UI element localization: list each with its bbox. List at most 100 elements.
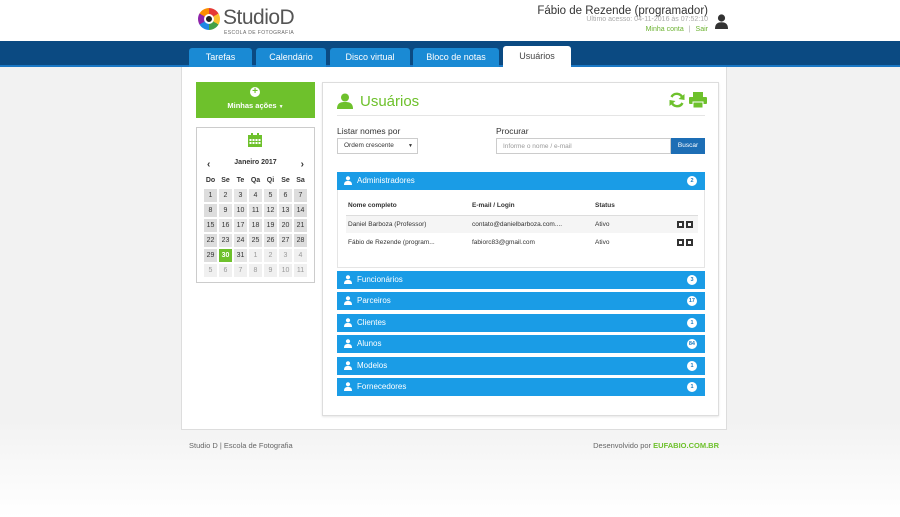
group-count-badge: 84 — [686, 339, 697, 349]
group-count-badge: 1 — [687, 382, 697, 392]
edit-user-button[interactable] — [677, 221, 684, 228]
calendar-day[interactable]: 12 — [263, 203, 278, 218]
calendar-day[interactable]: 3 — [233, 188, 248, 203]
my-actions-button[interactable]: + Minhas ações ▼ — [196, 82, 315, 118]
calendar-day[interactable]: 23 — [218, 233, 233, 248]
tab-usuarios[interactable]: Usuários — [503, 46, 571, 68]
calendar-day[interactable]: 4 — [293, 248, 308, 263]
calendar-day[interactable]: 8 — [248, 263, 263, 278]
user-links: Minha conta | Sair — [646, 26, 708, 33]
calendar-day[interactable]: 19 — [263, 218, 278, 233]
tab-bloco-de-notas[interactable]: Bloco de notas — [413, 48, 499, 67]
calendar-weekday: Se — [278, 173, 293, 188]
group-parceiros[interactable]: Parceiros 17 — [337, 292, 705, 310]
user-icon — [344, 296, 352, 305]
user-icon — [337, 93, 353, 109]
user-status-cell: Ativo — [595, 239, 610, 246]
column-header-email: E-mail / Login — [472, 202, 515, 209]
calendar-grid: Do Se Te Qa Qi Se Sa 1 2 3 4 5 6 7 8 9 10 11 12 13 14 15 16 17 1… — [203, 173, 308, 278]
tab-tarefas[interactable]: Tarefas — [189, 48, 252, 67]
search-button[interactable]: Buscar — [671, 138, 705, 154]
calendar-day[interactable]: 2 — [218, 188, 233, 203]
calendar-day[interactable]: 6 — [218, 263, 233, 278]
group-administradores[interactable]: Administradores 2 — [337, 172, 705, 190]
my-account-link[interactable]: Minha conta — [646, 26, 684, 33]
group-clientes[interactable]: Clientes 1 — [337, 314, 705, 332]
calendar-day[interactable]: 8 — [203, 203, 218, 218]
search-label: Procurar — [496, 126, 529, 136]
camera-lens-icon — [198, 8, 220, 30]
user-name-cell: Fábio de Rezende (program... — [348, 239, 435, 246]
group-modelos[interactable]: Modelos 1 — [337, 357, 705, 375]
calendar-widget: ‹ Janeiro 2017 › Do Se Te Qa Qi Se Sa 1 2 3 4 5 6 7 8 9… — [196, 127, 315, 283]
edit-user-button[interactable] — [677, 239, 684, 246]
calendar-day[interactable]: 10 — [278, 263, 293, 278]
calendar-day[interactable]: 3 — [278, 248, 293, 263]
group-funcionarios[interactable]: Funcionários 3 — [337, 271, 705, 289]
logo[interactable]: StudioD ESCOLA DE FOTOGRAFIA — [198, 6, 295, 36]
title-divider — [337, 115, 705, 116]
calendar-day[interactable]: 15 — [203, 218, 218, 233]
calendar-day[interactable]: 6 — [278, 188, 293, 203]
tab-disco-virtual[interactable]: Disco virtual — [330, 48, 410, 67]
group-fornecedores[interactable]: Fornecedores 1 — [337, 378, 705, 396]
column-header-name: Nome completo — [348, 202, 397, 209]
calendar-day[interactable]: 5 — [263, 188, 278, 203]
calendar-day-today[interactable]: 30 — [218, 248, 233, 263]
tab-calendario[interactable]: Calendário — [256, 48, 326, 67]
link-separator: | — [688, 26, 691, 33]
delete-user-button[interactable] — [686, 239, 693, 246]
calendar-day[interactable]: 7 — [233, 263, 248, 278]
calendar-day[interactable]: 29 — [203, 248, 218, 263]
user-email-cell: contato@danielbarboza.com.... — [472, 221, 563, 228]
calendar-day[interactable]: 17 — [233, 218, 248, 233]
list-by-label: Listar nomes por — [337, 126, 401, 136]
calendar-next-button[interactable]: › — [301, 159, 304, 170]
calendar-day[interactable]: 11 — [293, 263, 308, 278]
calendar-day[interactable]: 26 — [263, 233, 278, 248]
user-avatar-icon[interactable] — [715, 14, 728, 29]
calendar-day[interactable]: 1 — [248, 248, 263, 263]
calendar-month-label: Janeiro 2017 — [234, 159, 277, 166]
calendar-day[interactable]: 5 — [203, 263, 218, 278]
calendar-day[interactable]: 14 — [293, 203, 308, 218]
refresh-icon[interactable] — [669, 92, 685, 108]
calendar-day[interactable]: 4 — [248, 188, 263, 203]
footer-credit: Desenvolvido por EUFABIO.COM.BR — [593, 441, 719, 450]
developer-link[interactable]: EUFABIO.COM.BR — [653, 441, 719, 450]
calendar-day[interactable]: 10 — [233, 203, 248, 218]
calendar-day[interactable]: 18 — [248, 218, 263, 233]
group-label: Administradores — [357, 176, 415, 185]
calendar-day[interactable]: 20 — [278, 218, 293, 233]
calendar-weekday: Qa — [248, 173, 263, 188]
calendar-day[interactable]: 24 — [233, 233, 248, 248]
caret-down-icon: ▼ — [278, 104, 284, 110]
group-count-badge: 3 — [687, 275, 697, 285]
logout-link[interactable]: Sair — [696, 26, 708, 33]
delete-user-button[interactable] — [686, 221, 693, 228]
logo-name: StudioD — [223, 6, 295, 29]
calendar-weekday: Sa — [293, 173, 308, 188]
calendar-day[interactable]: 2 — [263, 248, 278, 263]
group-alunos[interactable]: Alunos 84 — [337, 335, 705, 353]
order-select[interactable]: Ordem crescente ▼ — [337, 138, 418, 154]
calendar-day[interactable]: 31 — [233, 248, 248, 263]
calendar-day[interactable]: 1 — [203, 188, 218, 203]
calendar-day[interactable]: 16 — [218, 218, 233, 233]
search-input[interactable] — [496, 138, 671, 154]
calendar-week-row: 5 6 7 8 9 10 11 — [203, 263, 308, 278]
print-icon[interactable] — [689, 92, 707, 108]
calendar-day[interactable]: 7 — [293, 188, 308, 203]
calendar-day[interactable]: 21 — [293, 218, 308, 233]
calendar-day[interactable]: 22 — [203, 233, 218, 248]
calendar-day[interactable]: 9 — [263, 263, 278, 278]
calendar-day[interactable]: 27 — [278, 233, 293, 248]
calendar-day[interactable]: 11 — [248, 203, 263, 218]
calendar-day[interactable]: 25 — [248, 233, 263, 248]
group-count-badge: 2 — [687, 176, 697, 186]
calendar-day[interactable]: 28 — [293, 233, 308, 248]
nav-bar: Tarefas Calendário Disco virtual Bloco d… — [0, 41, 900, 68]
calendar-day[interactable]: 9 — [218, 203, 233, 218]
calendar-day[interactable]: 13 — [278, 203, 293, 218]
user-status-cell: Ativo — [595, 221, 610, 228]
